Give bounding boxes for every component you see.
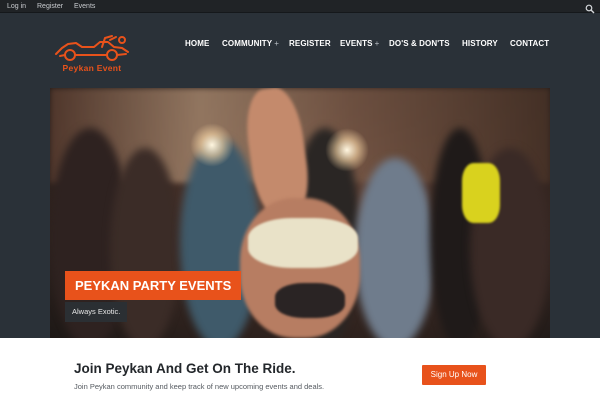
nav-item-contact[interactable]: CONTACT [510, 38, 549, 50]
camera-flash [190, 123, 234, 167]
crowd-figure [355, 158, 435, 338]
events-link[interactable]: Events [74, 2, 95, 11]
performer-outfit [275, 283, 345, 318]
peykan-car-logo-icon [55, 35, 129, 61]
top-utility-bar: Log in Register Events [0, 0, 600, 14]
cta-text: Join Peykan community and keep track of … [74, 382, 325, 391]
nav-item-home[interactable]: HOME [185, 38, 209, 50]
camera-flash [325, 128, 369, 172]
search-icon[interactable] [585, 1, 595, 14]
submenu-plus-icon: + [274, 39, 280, 48]
login-link[interactable]: Log in [7, 2, 26, 11]
hero-subtitle: Always Exotic. [65, 302, 128, 322]
hero-title: PEYKAN PARTY EVENTS [65, 271, 242, 300]
nav-item-events[interactable]: EVENTS + [340, 38, 379, 50]
sign-up-button[interactable]: Sign Up Now [422, 365, 486, 385]
nav-item-label: EVENTS [340, 39, 373, 48]
snake [248, 218, 358, 268]
nav-item-label: COMMUNITY [222, 39, 273, 48]
submenu-plus-icon: + [374, 39, 380, 48]
cta-title: Join Peykan And Get On The Ride. [74, 361, 296, 376]
nav-item-label: HOME [185, 39, 210, 48]
nav-item-label: HISTORY [462, 39, 498, 48]
hero-image[interactable] [50, 88, 550, 338]
nav-item-community[interactable]: COMMUNITY + [222, 38, 279, 50]
nav-item-history[interactable]: HISTORY [462, 38, 498, 50]
register-link[interactable]: Register [37, 2, 63, 11]
nav-item-label: REGISTER [289, 39, 331, 48]
nav-item-register[interactable]: REGISTER [289, 38, 331, 50]
logo-text: Peykan Event [62, 63, 122, 73]
site-logo[interactable]: Peykan Event [50, 34, 134, 76]
nav-item-label: CONTACT [510, 39, 550, 48]
nav-item-dos-donts[interactable]: DO'S & DON'TS [389, 38, 450, 50]
yellow-top [462, 163, 500, 223]
nav-item-label: DO'S & DON'TS [389, 39, 450, 48]
